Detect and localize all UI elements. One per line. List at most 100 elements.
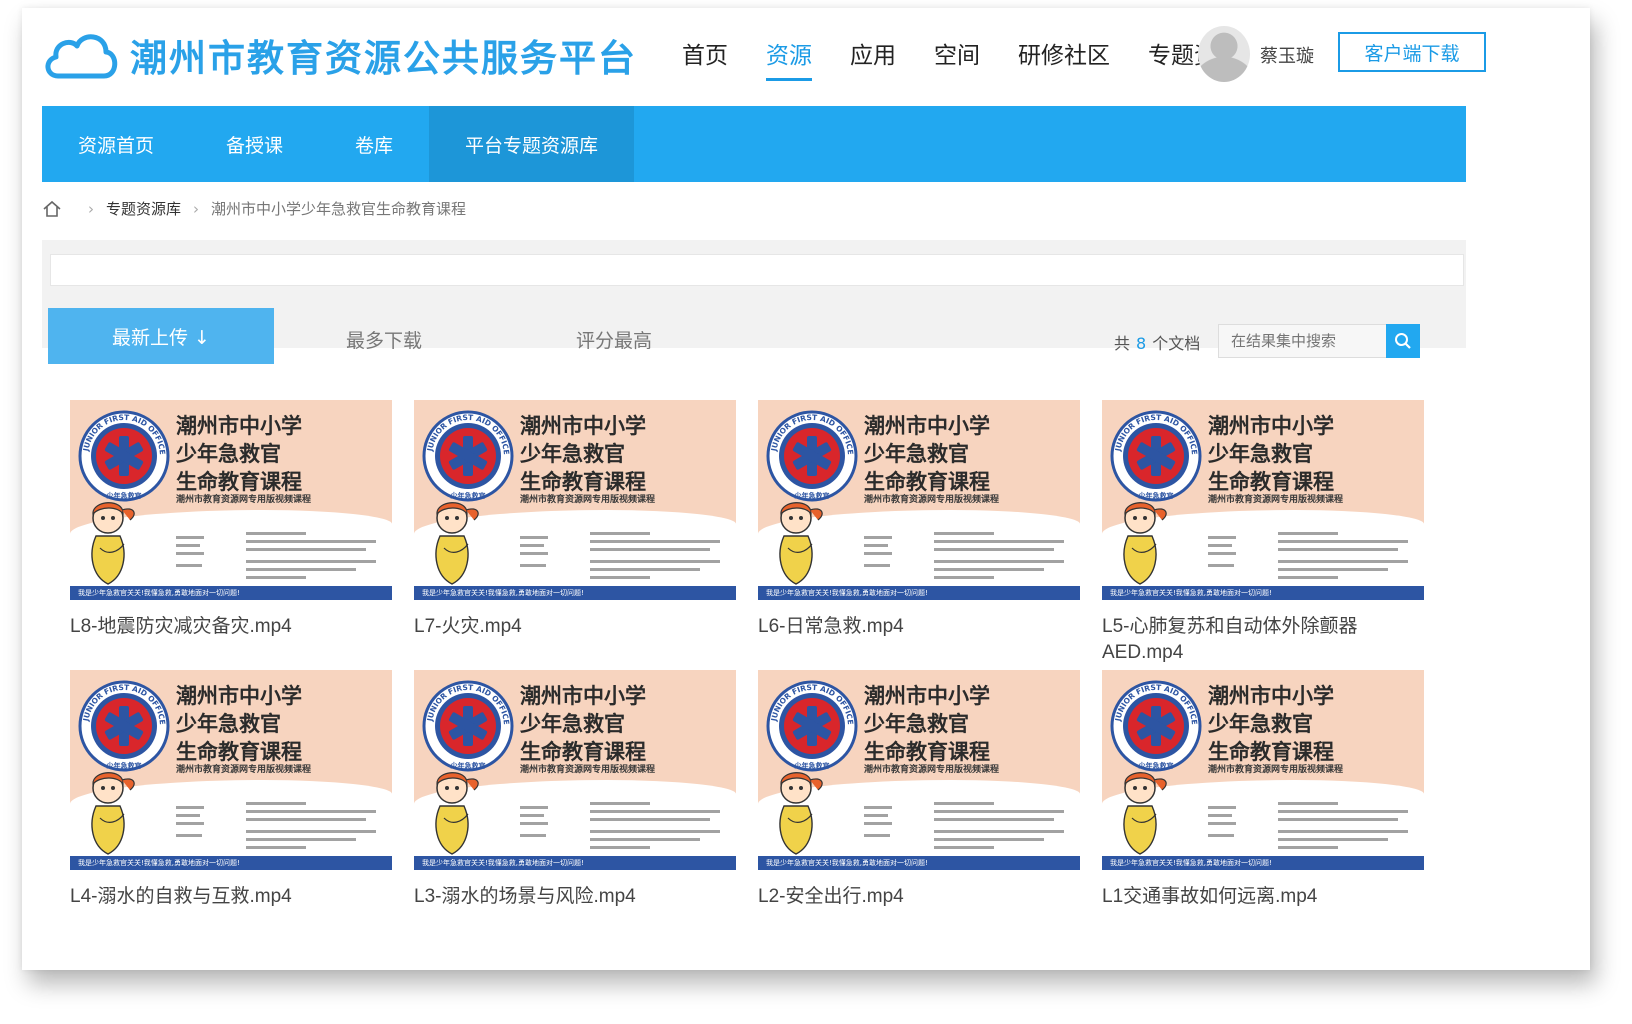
cartoon-girl-icon: [779, 772, 823, 855]
home-icon[interactable]: [42, 199, 62, 219]
first-aid-badge-icon: JUNIOR FIRST AID OFFICER 少年急救官: [1110, 410, 1202, 502]
sort-tab-latest[interactable]: 最新上传 ↓: [48, 308, 274, 364]
nav-space[interactable]: 空间: [934, 36, 980, 81]
nav-home[interactable]: 首页: [682, 36, 728, 81]
thumbnail-title-line: 潮州市中小学: [520, 684, 646, 708]
cartoon-girl-icon: [435, 772, 479, 855]
thumbnail-footer-bar: 我是少年急救官关关!我懂急救,勇敢地面对一切问题!: [414, 586, 736, 600]
resource-file-name[interactable]: L8-地震防灾减灾备灾.mp4: [70, 614, 392, 640]
first-aid-badge-icon: JUNIOR FIRST AID OFFICER 少年急救官: [422, 410, 514, 502]
resource-card-2[interactable]: JUNIOR FIRST AID OFFICER 少年急救官 潮州市中小学 少年…: [414, 400, 736, 640]
thumbnail-subtitle: 潮州市教育资源网专用版视频课程: [1208, 495, 1344, 505]
resource-file-name[interactable]: L2-安全出行.mp4: [758, 884, 1080, 910]
resource-file-name[interactable]: L5-心肺复苏和自动体外除颤器AED.mp4: [1102, 614, 1424, 666]
user-avatar[interactable]: [1198, 26, 1250, 82]
subnav-lesson-prep[interactable]: 备授课: [190, 106, 319, 182]
nav-resources[interactable]: 资源: [766, 36, 812, 81]
nav-research-community[interactable]: 研修社区: [1018, 36, 1110, 81]
resource-card-1[interactable]: JUNIOR FIRST AID OFFICER 少年急救官 潮州市中小学 少年…: [70, 400, 392, 640]
cloud-logo-icon: [45, 34, 118, 79]
thumbnail-footer-bar: 我是少年急救官关关!我懂急救,勇敢地面对一切问题!: [414, 856, 736, 870]
first-aid-badge-icon: JUNIOR FIRST AID OFFICER 少年急救官: [1110, 680, 1202, 772]
thumbnail-footer-text: 我是少年急救官关关!我懂急救,勇敢地面对一切问题!: [78, 589, 240, 597]
breadcrumb-special-library[interactable]: 专题资源库: [106, 198, 181, 219]
count-prefix: 共: [1114, 334, 1131, 353]
thumbnail-title-line: 少年急救官: [520, 712, 625, 736]
thumbnail-footer-text: 我是少年急救官关关!我懂急救,勇敢地面对一切问题!: [766, 589, 928, 597]
subnav-special-library[interactable]: 平台专题资源库: [429, 106, 635, 182]
resource-file-name[interactable]: L6-日常急救.mp4: [758, 614, 1080, 640]
nav-apps[interactable]: 应用: [850, 36, 896, 81]
resource-card-6[interactable]: JUNIOR FIRST AID OFFICER 少年急救官 潮州市中小学 少年…: [414, 670, 736, 910]
resource-file-name[interactable]: L1交通事故如何远离.mp4: [1102, 884, 1424, 910]
thumbnail-subtitle: 潮州市教育资源网专用版视频课程: [864, 495, 1000, 505]
thumbnail-title-line: 潮州市中小学: [1208, 684, 1334, 708]
page-card: 潮州市教育资源公共服务平台 首页 资源 应用 空间 研修社区 专题资 蔡玉璇 客…: [22, 8, 1590, 970]
site-title: 潮州市教育资源公共服务平台: [130, 37, 637, 80]
thumbnail-footer-text: 我是少年急救官关关!我懂急救,勇敢地面对一切问题!: [422, 859, 584, 867]
client-download-button[interactable]: 客户端下载: [1338, 32, 1486, 72]
subnav-question-bank[interactable]: 卷库: [319, 106, 429, 182]
thumbnail-title-line: 潮州市中小学: [864, 414, 990, 438]
sort-tab-top-rated[interactable]: 评分最高: [576, 326, 652, 353]
cartoon-girl-icon: [91, 502, 135, 585]
thumbnail-footer-bar: 我是少年急救官关关!我懂急救,勇敢地面对一切问题!: [70, 856, 392, 870]
chevron-right-icon: ›: [88, 199, 94, 218]
sort-tab-most-downloads[interactable]: 最多下载: [346, 326, 422, 353]
thumbnail-title-line: 少年急救官: [1208, 442, 1313, 466]
top-nav: 首页 资源 应用 空间 研修社区 专题资: [682, 36, 1252, 81]
video-thumbnail[interactable]: JUNIOR FIRST AID OFFICER 少年急救官 潮州市中小学 少年…: [1102, 670, 1424, 870]
thumbnail-subtitle: 潮州市教育资源网专用版视频课程: [176, 495, 312, 505]
cartoon-girl-icon: [1123, 502, 1167, 585]
first-aid-badge-icon: JUNIOR FIRST AID OFFICER 少年急救官: [422, 680, 514, 772]
result-search-input[interactable]: [1218, 324, 1388, 358]
search-icon: [1395, 333, 1411, 349]
resource-file-name[interactable]: L7-火灾.mp4: [414, 614, 736, 640]
video-thumbnail[interactable]: JUNIOR FIRST AID OFFICER 少年急救官 潮州市中小学 少年…: [70, 670, 392, 870]
thumbnail-title-line: 少年急救官: [520, 442, 625, 466]
cartoon-girl-icon: [1123, 772, 1167, 855]
count-suffix: 个文档: [1152, 334, 1201, 353]
document-count: 共 8 个文档: [1114, 330, 1200, 354]
resource-card-8[interactable]: JUNIOR FIRST AID OFFICER 少年急救官 潮州市中小学 少年…: [1102, 670, 1424, 910]
user-name[interactable]: 蔡玉璇: [1260, 42, 1314, 68]
thumbnail-footer-bar: 我是少年急救官关关!我懂急救,勇敢地面对一切问题!: [758, 856, 1080, 870]
thumbnail-title-line: 少年急救官: [1208, 712, 1313, 736]
thumbnail-title-line: 潮州市中小学: [864, 684, 990, 708]
count-value: 8: [1136, 334, 1147, 353]
video-thumbnail[interactable]: JUNIOR FIRST AID OFFICER 少年急救官 潮州市中小学 少年…: [758, 400, 1080, 600]
video-thumbnail[interactable]: JUNIOR FIRST AID OFFICER 少年急救官 潮州市中小学 少年…: [1102, 400, 1424, 600]
site-logo[interactable]: 潮州市教育资源公共服务平台: [42, 22, 637, 88]
thumbnail-title-line: 潮州市中小学: [176, 414, 302, 438]
thumbnail-title-line: 少年急救官: [176, 712, 281, 736]
thumbnail-footer-text: 我是少年急救官关关!我懂急救,勇敢地面对一切问题!: [78, 859, 240, 867]
thumbnail-title-line: 潮州市中小学: [520, 414, 646, 438]
thumbnail-title-line: 少年急救官: [864, 442, 969, 466]
resource-file-name[interactable]: L4-溺水的自救与互救.mp4: [70, 884, 392, 910]
video-thumbnail[interactable]: JUNIOR FIRST AID OFFICER 少年急救官 潮州市中小学 少年…: [70, 400, 392, 600]
cartoon-girl-icon: [91, 772, 135, 855]
resource-card-5[interactable]: JUNIOR FIRST AID OFFICER 少年急救官 潮州市中小学 少年…: [70, 670, 392, 910]
resource-card-3[interactable]: JUNIOR FIRST AID OFFICER 少年急救官 潮州市中小学 少年…: [758, 400, 1080, 640]
thumbnail-footer-bar: 我是少年急救官关关!我懂急救,勇敢地面对一切问题!: [1102, 586, 1424, 600]
thumbnail-footer-bar: 我是少年急救官关关!我懂急救,勇敢地面对一切问题!: [70, 586, 392, 600]
thumbnail-footer-text: 我是少年急救官关关!我懂急救,勇敢地面对一切问题!: [1110, 589, 1272, 597]
resource-card-7[interactable]: JUNIOR FIRST AID OFFICER 少年急救官 潮州市中小学 少年…: [758, 670, 1080, 910]
thumbnail-title-line: 潮州市中小学: [1208, 414, 1334, 438]
video-thumbnail[interactable]: JUNIOR FIRST AID OFFICER 少年急救官 潮州市中小学 少年…: [414, 400, 736, 600]
thumbnail-subtitle: 潮州市教育资源网专用版视频课程: [520, 495, 656, 505]
breadcrumb: › 专题资源库 › 潮州市中小学少年急救官生命教育课程: [42, 198, 466, 219]
cartoon-girl-icon: [779, 502, 823, 585]
subnav-resource-home[interactable]: 资源首页: [42, 106, 190, 182]
thumbnail-footer-text: 我是少年急救官关关!我懂急救,勇敢地面对一切问题!: [1110, 859, 1272, 867]
video-thumbnail[interactable]: JUNIOR FIRST AID OFFICER 少年急救官 潮州市中小学 少年…: [414, 670, 736, 870]
resource-file-name[interactable]: L3-溺水的场景与风险.mp4: [414, 884, 736, 910]
first-aid-badge-icon: JUNIOR FIRST AID OFFICER 少年急救官: [766, 410, 858, 502]
cartoon-girl-icon: [435, 502, 479, 585]
thumbnail-footer-bar: 我是少年急救官关关!我懂急救,勇敢地面对一切问题!: [758, 586, 1080, 600]
video-thumbnail[interactable]: JUNIOR FIRST AID OFFICER 少年急救官 潮州市中小学 少年…: [758, 670, 1080, 870]
search-button[interactable]: [1386, 324, 1420, 358]
first-aid-badge-icon: JUNIOR FIRST AID OFFICER 少年急救官: [78, 410, 170, 502]
filter-box[interactable]: [50, 254, 1464, 286]
resource-card-4[interactable]: JUNIOR FIRST AID OFFICER 少年急救官 潮州市中小学 少年…: [1102, 400, 1424, 666]
